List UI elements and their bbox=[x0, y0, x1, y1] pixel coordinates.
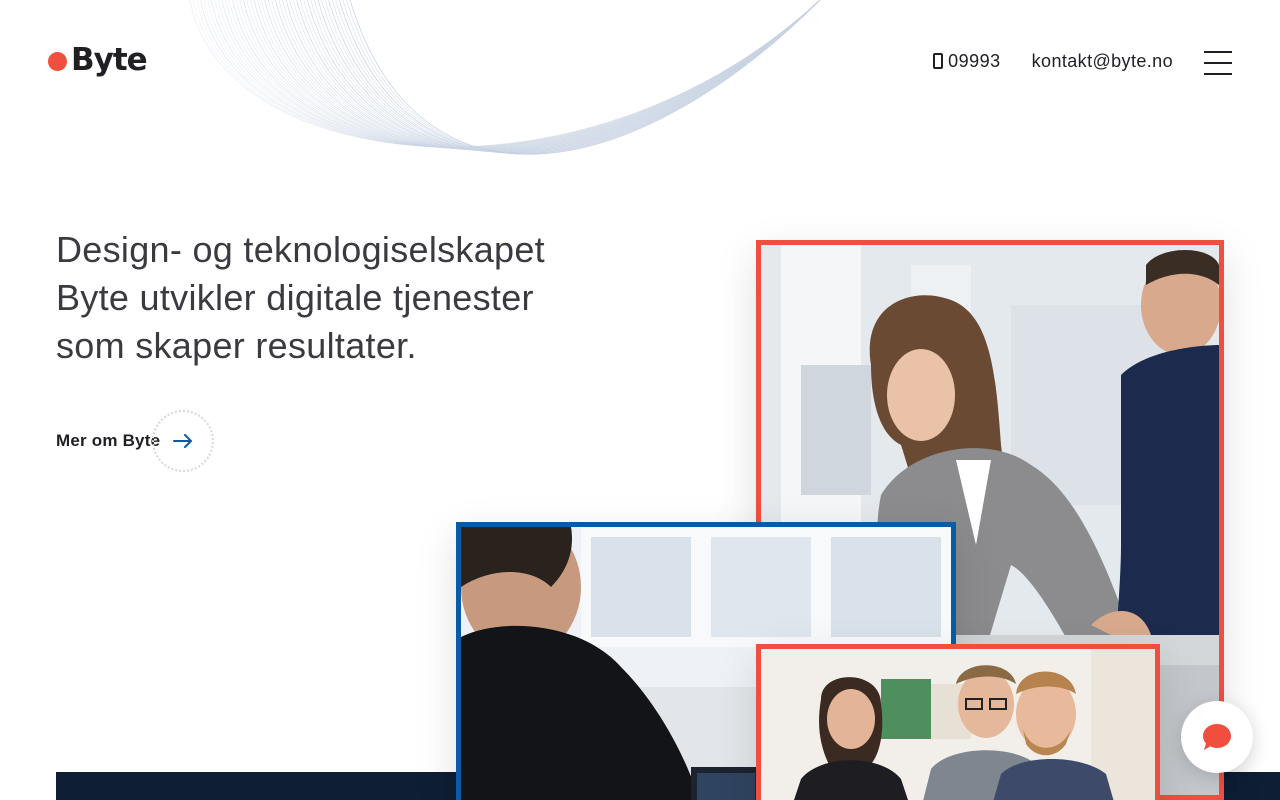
decorative-fan-line bbox=[225, 0, 821, 149]
decorative-fan-line bbox=[292, 0, 821, 152]
more-about-byte-link[interactable]: Mer om Byte bbox=[56, 410, 215, 472]
decorative-fan-line bbox=[246, 0, 821, 150]
logo-text: Byte bbox=[71, 42, 148, 78]
decorative-fan-line bbox=[342, 0, 821, 155]
decorative-fan-line bbox=[239, 0, 821, 150]
hamburger-menu-icon[interactable] bbox=[1204, 49, 1232, 75]
chat-button[interactable] bbox=[1181, 701, 1253, 773]
decorative-fan-line bbox=[267, 0, 821, 151]
hero-line-2: Byte utvikler digitale tjenester bbox=[56, 277, 534, 318]
decorative-fan-line bbox=[346, 0, 821, 155]
decorative-fan-line bbox=[299, 0, 821, 152]
header-contact: 09993 kontakt@byte.no bbox=[933, 46, 1232, 76]
decorative-fan-line bbox=[303, 0, 821, 152]
hero-line-3: som skaper resultater. bbox=[56, 325, 417, 366]
decorative-fan-line bbox=[271, 0, 821, 151]
decorative-fan-line bbox=[210, 0, 821, 148]
decorative-fan-line bbox=[235, 0, 821, 149]
decorative-fan-line bbox=[314, 0, 821, 153]
photo-illustration bbox=[761, 649, 1155, 800]
logo[interactable]: Byte bbox=[48, 40, 148, 80]
phone-link[interactable]: 09993 bbox=[933, 51, 1001, 72]
decorative-fan-line bbox=[335, 0, 821, 154]
hero-heading: Design- og teknologiselskapet Byte utvik… bbox=[56, 226, 616, 370]
decorative-fan-line bbox=[260, 0, 821, 150]
decorative-fan-line bbox=[338, 0, 821, 154]
decorative-fan-line bbox=[282, 0, 821, 151]
decorative-fan-line bbox=[203, 0, 821, 148]
decorative-fan-line bbox=[349, 0, 821, 155]
decorative-fan-line bbox=[321, 0, 821, 153]
email-link[interactable]: kontakt@byte.no bbox=[1032, 51, 1173, 72]
chat-bubble-icon bbox=[1203, 724, 1231, 750]
decorative-fan-line bbox=[250, 0, 821, 150]
decorative-fan-line bbox=[189, 0, 821, 148]
decorative-fan-line bbox=[331, 0, 821, 154]
decorative-fan-line bbox=[257, 0, 821, 150]
decorative-fan-line bbox=[214, 0, 821, 149]
logo-dot bbox=[48, 51, 67, 71]
decorative-fan-line bbox=[306, 0, 821, 153]
decorative-fan-line bbox=[242, 0, 821, 150]
decorative-fan-line bbox=[285, 0, 821, 152]
decorative-fan-line bbox=[221, 0, 821, 149]
mobile-phone-icon bbox=[933, 53, 944, 69]
decorative-fan-line bbox=[310, 0, 821, 153]
decorative-fan-line bbox=[264, 0, 821, 150]
decorative-fan-line bbox=[196, 0, 821, 148]
decorative-fan-line bbox=[232, 0, 821, 149]
decorative-fan-line bbox=[278, 0, 821, 151]
team-photo-three-colleagues bbox=[756, 644, 1160, 800]
page: Byte 09993 kontakt@byte.no Design- og te… bbox=[0, 0, 1280, 800]
hero-line-1: Design- og teknologiselskapet bbox=[56, 229, 545, 270]
more-about-byte-label: Mer om Byte bbox=[56, 431, 161, 450]
decorative-fan-line bbox=[317, 0, 821, 153]
phone-number: 09993 bbox=[948, 50, 1001, 71]
decorative-fan-line bbox=[218, 0, 821, 149]
decorative-fan-line bbox=[207, 0, 821, 148]
decorative-fan-line bbox=[274, 0, 821, 151]
menu-line bbox=[1204, 62, 1232, 64]
decorative-fan-line bbox=[324, 0, 821, 154]
decorative-fan-line bbox=[328, 0, 821, 154]
menu-line bbox=[1204, 51, 1232, 53]
menu-line bbox=[1204, 73, 1232, 75]
decorative-fan-line bbox=[228, 0, 821, 149]
decorative-fan-line bbox=[289, 0, 821, 152]
decorative-fan-line bbox=[296, 0, 821, 152]
arrow-right-icon bbox=[173, 434, 193, 448]
cta-circle bbox=[152, 410, 215, 472]
decorative-fan-line bbox=[200, 0, 821, 148]
decorative-fan-line bbox=[253, 0, 821, 150]
decorative-fan-line bbox=[193, 0, 821, 148]
